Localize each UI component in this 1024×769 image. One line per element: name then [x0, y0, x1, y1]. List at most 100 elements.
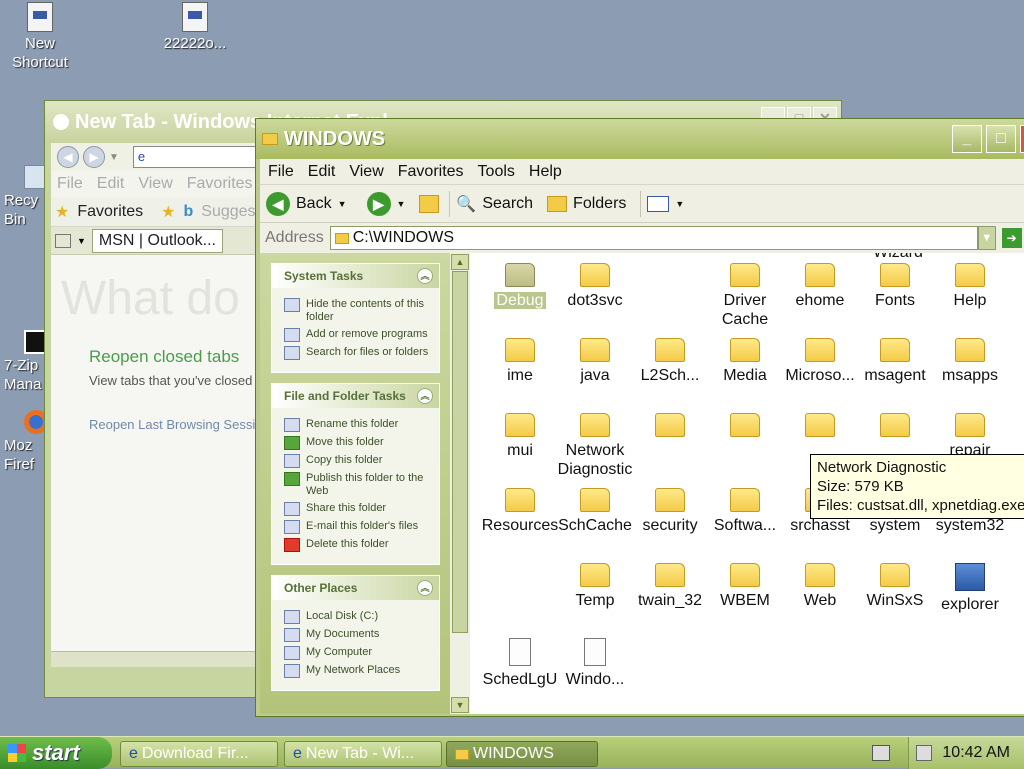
file-item-ime[interactable]: ime — [480, 338, 560, 385]
file-item-explorer[interactable]: explorer — [930, 563, 1010, 614]
place-local-disk[interactable]: Local Disk (C:) — [284, 610, 433, 624]
back-arrow-icon[interactable]: ◀ — [57, 146, 79, 168]
chevron-down-icon[interactable]: ▼ — [397, 199, 406, 209]
add-favorite-icon[interactable]: ★ — [161, 202, 175, 222]
taskbar-button-download-firefox[interactable]: e Download Fir... — [120, 741, 278, 767]
vertical-scrollbar[interactable]: ▲ ▼ — [450, 253, 470, 714]
up-folder-icon[interactable] — [419, 194, 440, 213]
file-item-driver-cache[interactable]: Driver Cache — [705, 263, 785, 329]
explorer-window[interactable]: WINDOWS _ □ ✕ File Edit View Favorites T… — [255, 118, 1024, 717]
keyboard-icon[interactable] — [872, 745, 890, 761]
network-tray-icon[interactable] — [916, 745, 933, 761]
menu-view[interactable]: View — [349, 163, 383, 181]
taskbar-button-new-tab[interactable]: e New Tab - Wi... — [284, 741, 442, 767]
chevron-down-icon[interactable]: ▼ — [338, 199, 347, 209]
file-item-dot3svc[interactable]: dot3svc — [555, 263, 635, 310]
place-my-documents[interactable]: My Documents — [284, 628, 433, 642]
chevron-down-icon[interactable]: ▼ — [77, 236, 86, 246]
file-item-java[interactable]: java — [555, 338, 635, 385]
menu-help[interactable]: Help — [529, 163, 562, 181]
views-icon[interactable] — [647, 195, 670, 212]
file-item-web[interactable]: Web — [780, 563, 860, 610]
search-button[interactable]: Search — [482, 195, 533, 213]
task-add-remove-programs[interactable]: Add or remove programs — [284, 328, 433, 342]
file-item-ehome[interactable]: ehome — [780, 263, 860, 310]
task-delete-folder[interactable]: Delete this folder — [284, 538, 433, 552]
suggested-sites-button[interactable]: Suggest — [201, 203, 260, 221]
file-item-media[interactable]: Media — [705, 338, 785, 385]
ie-menu-edit[interactable]: Edit — [97, 175, 125, 193]
tab-msn-outlook[interactable]: MSN | Outlook... — [91, 228, 223, 253]
place-my-computer[interactable]: My Computer — [284, 646, 433, 660]
file-item-help[interactable]: Help — [930, 263, 1010, 310]
task-publish-web[interactable]: Publish this folder to the Web — [284, 472, 433, 498]
file-item-resources[interactable]: Resources — [480, 488, 560, 535]
address-input[interactable]: C:\WINDOWS — [329, 226, 978, 250]
menu-favorites[interactable]: Favorites — [398, 163, 464, 181]
file-item-hidden[interactable] — [705, 413, 785, 441]
back-arrow-icon[interactable]: ◀ — [266, 191, 290, 216]
file-item-windo[interactable]: Windo... — [555, 638, 635, 689]
scrollbar-thumb[interactable] — [452, 271, 468, 633]
place-my-network[interactable]: My Network Places — [284, 664, 433, 678]
file-item-winsxs[interactable]: WinSxS — [855, 563, 935, 610]
file-item-mui[interactable]: mui — [480, 413, 560, 460]
forward-arrow-icon[interactable]: ▶ — [83, 146, 105, 168]
ie-menu-view[interactable]: View — [138, 175, 172, 193]
file-item-repair[interactable]: repair — [930, 413, 1010, 460]
file-item-softwa[interactable]: Softwa... — [705, 488, 785, 535]
explorer-title-bar[interactable]: WINDOWS — [256, 119, 1024, 159]
scroll-down-icon[interactable]: ▼ — [451, 697, 469, 713]
maximize-button[interactable]: □ — [986, 125, 1016, 153]
favorites-button[interactable]: Favorites — [77, 203, 143, 221]
start-button[interactable]: start — [0, 737, 112, 769]
task-email-files[interactable]: E-mail this folder's files — [284, 520, 433, 534]
task-share-folder[interactable]: Share this folder — [284, 502, 433, 516]
task-search-files[interactable]: Search for files or folders — [284, 346, 433, 360]
ie-menu-favorites[interactable]: Favorites — [187, 175, 253, 193]
file-item-twain-32[interactable]: twain_32 — [630, 563, 710, 610]
chevron-down-icon[interactable]: ▼ — [109, 152, 119, 163]
file-folder-tasks-header[interactable]: File and Folder Tasks ︽ — [272, 384, 439, 408]
file-item-hidden[interactable] — [855, 413, 935, 441]
file-item-microso[interactable]: Microso... — [780, 338, 860, 385]
go-arrow-icon[interactable]: ➔ — [1001, 228, 1022, 248]
collapse-chevron-icon[interactable]: ︽ — [417, 580, 433, 596]
menu-tools[interactable]: Tools — [478, 163, 515, 181]
file-item-schedlgu[interactable]: SchedLgU — [480, 638, 560, 689]
task-rename-folder[interactable]: Rename this folder — [284, 418, 433, 432]
quick-tabs-icon[interactable] — [55, 233, 71, 248]
desktop-icon-new-shortcut[interactable]: New Shortcut — [0, 2, 80, 72]
file-item-network-diagnostic[interactable]: Network Diagnostic — [555, 413, 635, 479]
file-item-msagent[interactable]: msagent — [855, 338, 935, 385]
menu-file[interactable]: File — [268, 163, 294, 181]
file-item-temp[interactable]: Temp — [555, 563, 635, 610]
close-button[interactable]: ✕ — [1020, 125, 1024, 153]
file-item-msapps[interactable]: msapps — [930, 338, 1010, 385]
menu-edit[interactable]: Edit — [308, 163, 336, 181]
other-places-header[interactable]: Other Places ︽ — [272, 576, 439, 600]
task-move-folder[interactable]: Move this folder — [284, 436, 433, 450]
desktop-icon-22222o[interactable]: 22222o... — [155, 2, 235, 53]
reopen-closed-tabs-link[interactable]: Reopen closed tabs — [89, 347, 239, 367]
collapse-chevron-icon[interactable]: ︽ — [417, 268, 433, 284]
forward-arrow-icon[interactable]: ▶ — [366, 191, 391, 216]
ie-horizontal-scrollbar[interactable] — [51, 651, 255, 667]
back-button[interactable]: Back — [296, 195, 332, 213]
ie-menu-file[interactable]: File — [57, 175, 83, 193]
reopen-last-session-link[interactable]: Reopen Last Browsing Sessio — [89, 417, 262, 432]
address-dropdown-button[interactable]: ▼ — [977, 226, 996, 250]
file-item-hidden[interactable] — [780, 413, 860, 441]
file-item-fonts[interactable]: Fonts — [855, 263, 935, 310]
clock[interactable]: 10:42 AM — [942, 744, 1010, 762]
file-item-debug[interactable]: Debug — [480, 263, 560, 310]
ie-address-input[interactable]: e — [132, 146, 263, 168]
minimize-button[interactable]: _ — [952, 125, 982, 153]
scroll-up-icon[interactable]: ▲ — [451, 254, 469, 270]
file-item-hidden[interactable] — [630, 413, 710, 441]
task-copy-folder[interactable]: Copy this folder — [284, 454, 433, 468]
task-hide-contents[interactable]: Hide the contents of this folder — [284, 298, 433, 324]
file-item-schcache[interactable]: SchCache — [555, 488, 635, 535]
file-item-l2sch[interactable]: L2Sch... — [630, 338, 710, 385]
folders-button[interactable]: Folders — [573, 195, 626, 213]
